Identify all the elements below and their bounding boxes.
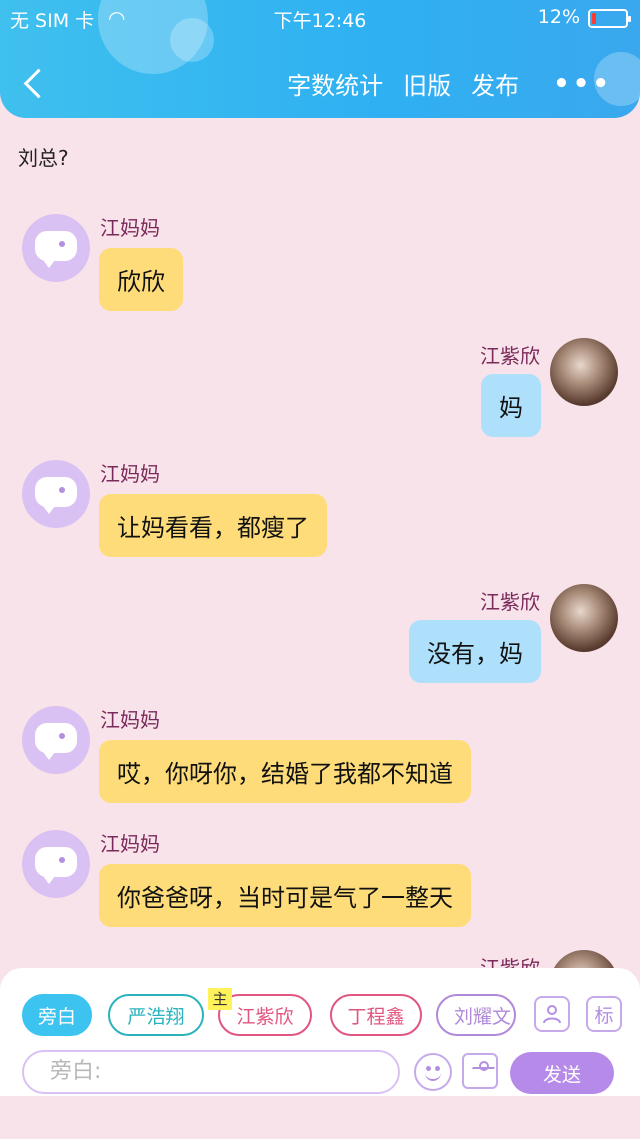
- sender-name: 江紫欣: [480, 344, 540, 368]
- role-chip-ding-chengxin[interactable]: 丁程鑫: [330, 994, 422, 1036]
- sender-name: 江紫欣: [480, 590, 540, 614]
- role-chip-narration[interactable]: 旁白: [22, 994, 92, 1036]
- avatar[interactable]: [22, 460, 90, 528]
- sender-name: 江妈妈: [100, 832, 160, 856]
- sender-name: 江妈妈: [100, 216, 160, 240]
- chat-area[interactable]: 刘总? 江妈妈 欣欣 江紫欣 妈 江妈妈 让妈看看，都瘦了 江紫欣 没有，妈 江…: [0, 118, 640, 968]
- send-button[interactable]: 发送: [510, 1052, 614, 1094]
- sender-name: 江妈妈: [100, 708, 160, 732]
- avatar[interactable]: [550, 950, 618, 968]
- role-chip-yan-haoxiang[interactable]: 严浩翔: [108, 994, 204, 1036]
- tag-button[interactable]: 标: [586, 996, 622, 1032]
- publish-button[interactable]: 发布: [471, 66, 519, 101]
- status-bar: 无 SIM 卡 ◠ 下午12:46 12%: [0, 6, 640, 32]
- person-glyph: [543, 1005, 561, 1024]
- nav-bar: 字数统计 旧版 发布 •••: [0, 62, 640, 106]
- person-icon[interactable]: [534, 996, 570, 1032]
- more-icon[interactable]: •••: [553, 69, 612, 99]
- avatar[interactable]: [550, 584, 618, 652]
- message-bubble[interactable]: 你爸爸呀，当时可是气了一整天: [99, 864, 471, 927]
- chat-bubble-icon: [35, 847, 77, 884]
- message-bubble[interactable]: 欣欣: [99, 248, 183, 311]
- main-role-tag: 主: [208, 988, 232, 1010]
- message-bubble[interactable]: 没有，妈: [409, 620, 541, 683]
- message-bubble[interactable]: 让妈看看，都瘦了: [99, 494, 327, 557]
- role-chip-jiang-zixin[interactable]: 江紫欣: [218, 994, 312, 1036]
- emoji-icon[interactable]: [414, 1053, 452, 1091]
- composer-panel: 旁白 严浩翔 江紫欣 主 丁程鑫 刘耀文 标 旁白: 发送: [0, 968, 640, 1096]
- old-version-button[interactable]: 旧版: [403, 66, 451, 101]
- chat-bubble-icon: [35, 231, 77, 268]
- word-count-button[interactable]: 字数统计: [287, 66, 383, 101]
- avatar[interactable]: [22, 214, 90, 282]
- message-bubble[interactable]: 哎，你呀你，结婚了我都不知道: [99, 740, 471, 803]
- battery-percent: 12%: [537, 6, 580, 28]
- avatar[interactable]: [22, 830, 90, 898]
- chat-bubble-icon: [35, 477, 77, 514]
- narration-line: 刘总?: [18, 146, 69, 170]
- avatar[interactable]: [550, 338, 618, 406]
- role-chips: 旁白 严浩翔 江紫欣 主 丁程鑫 刘耀文 标: [22, 988, 622, 1038]
- avatar[interactable]: [22, 706, 90, 774]
- chat-bubble-icon: [35, 723, 77, 760]
- role-chip-liu-yaowen[interactable]: 刘耀文: [436, 994, 516, 1036]
- back-chevron-icon[interactable]: [22, 64, 52, 104]
- image-icon[interactable]: [462, 1053, 498, 1089]
- battery-level: [592, 13, 596, 24]
- sender-name: 江紫欣: [480, 956, 540, 968]
- sender-name: 江妈妈: [100, 462, 160, 486]
- top-bar: 无 SIM 卡 ◠ 下午12:46 12% 字数统计 旧版 发布 •••: [0, 0, 640, 118]
- nav-actions: 字数统计 旧版 发布 •••: [287, 66, 612, 101]
- battery-icon: [588, 9, 631, 28]
- input-row: 旁白: 发送: [22, 1050, 622, 1096]
- message-input[interactable]: 旁白:: [22, 1050, 400, 1094]
- message-bubble[interactable]: 妈: [481, 374, 541, 437]
